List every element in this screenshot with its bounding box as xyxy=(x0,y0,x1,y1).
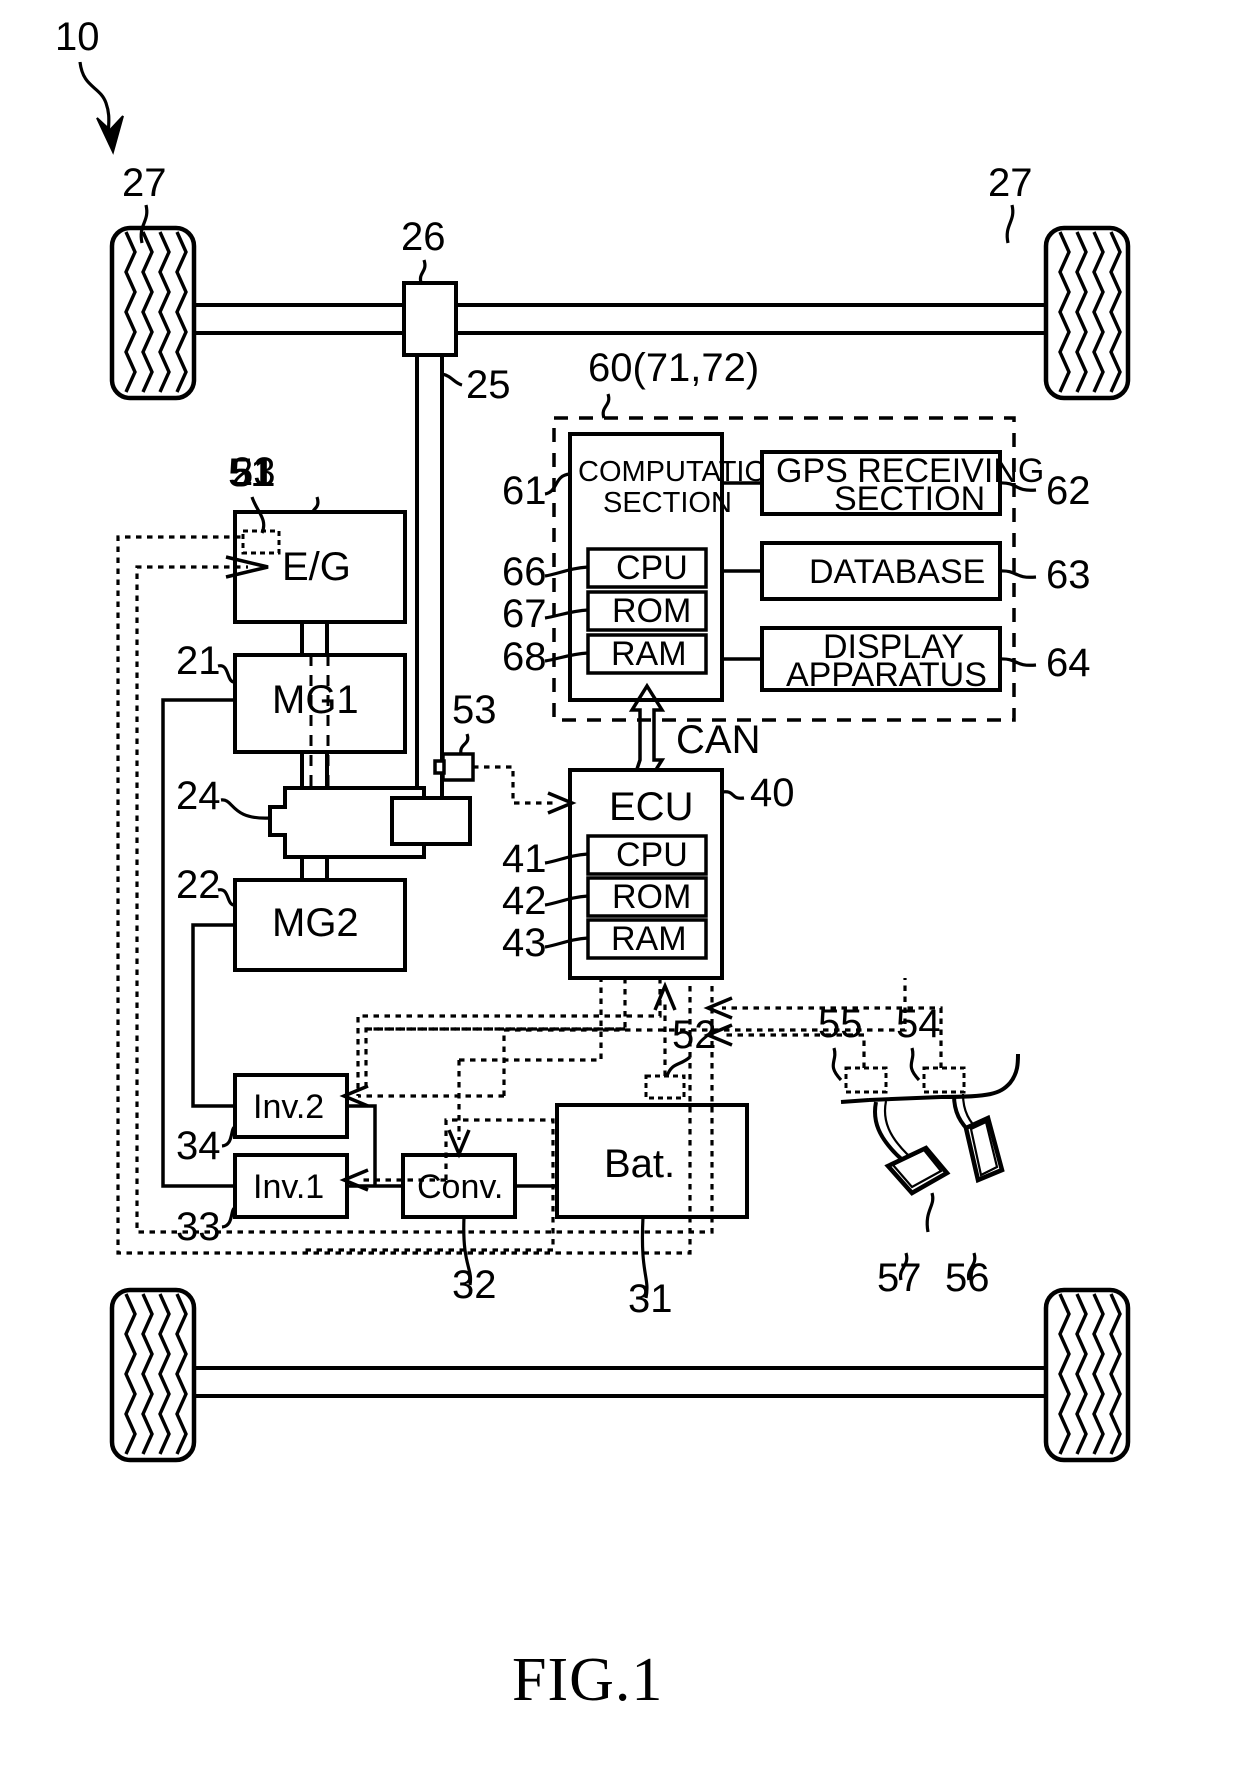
front-left-wheel-ref: 27 xyxy=(122,161,167,205)
brake-sensor-ref: 55 xyxy=(818,1002,863,1046)
ecu-rom-label: ROM xyxy=(612,878,691,916)
gps-receiving-section: GPS RECEIVING SECTION 62 xyxy=(722,450,1091,518)
inverter2-label: Inv.2 xyxy=(253,1088,324,1126)
display-ref: 64 xyxy=(1046,641,1091,685)
computation-section-line2: SECTION xyxy=(603,487,732,519)
ecu-ram-label: RAM xyxy=(611,920,687,958)
database-label: DATABASE xyxy=(809,553,985,591)
inverter1-block: Inv.1 33 xyxy=(176,1153,349,1249)
mg2-ref: 22 xyxy=(176,863,221,907)
nav-rom-label: ROM xyxy=(612,592,691,630)
ecu-ref: 40 xyxy=(750,771,795,815)
database-ref: 63 xyxy=(1046,553,1091,597)
accel-sensor-54 xyxy=(922,1066,966,1094)
converter-label: Conv. xyxy=(417,1168,503,1206)
patent-figure: 10 27 27 26 25 E/G 23 51 51 MG1 21 24 MG… xyxy=(0,0,1240,1773)
navigation-group-ref: 60(71,72) xyxy=(588,346,759,390)
nav-rom-ref: 67 xyxy=(502,592,547,636)
inverter1-ref: 33 xyxy=(176,1205,221,1249)
mg1-label: MG1 xyxy=(272,678,359,722)
ecu-rom-ref: 42 xyxy=(502,879,547,923)
nav-cpu-label: CPU xyxy=(616,549,688,587)
ecu-block: ECU 40 CPU 41 ROM 42 RAM 43 xyxy=(502,768,795,980)
system-ref-label: 10 xyxy=(55,15,100,59)
battery-sensor-52 xyxy=(644,1074,686,1100)
database-block: DATABASE 63 xyxy=(722,541,1091,601)
ecu-cpu-ref: 41 xyxy=(502,837,547,881)
rear-right-wheel xyxy=(1043,1287,1131,1463)
battery-ref: 31 xyxy=(628,1277,673,1321)
can-bus-label: CAN xyxy=(676,718,760,762)
nav-ram-label: RAM xyxy=(611,635,687,673)
ecu-cpu-label: CPU xyxy=(616,836,688,874)
front-right-wheel: 27 xyxy=(988,161,1131,401)
mg1-ref: 21 xyxy=(176,639,221,683)
differential: 26 xyxy=(401,215,458,357)
display-apparatus-block: DISPLAY APPARATUS 64 xyxy=(722,626,1091,694)
inverter2-ref: 34 xyxy=(176,1124,221,1168)
mg1-block: MG1 21 xyxy=(176,639,407,754)
ecu-ram-ref: 43 xyxy=(502,921,547,965)
rear-axle-assembly xyxy=(109,1287,1131,1463)
mg2-block: MG2 22 xyxy=(176,863,407,972)
rear-left-wheel xyxy=(109,1287,197,1463)
accel-sensor-ref: 54 xyxy=(896,1002,941,1046)
display-line2: APPARATUS xyxy=(786,656,987,694)
system-ref-callout: 10 xyxy=(55,15,124,155)
figure-caption: FIG.1 xyxy=(512,1646,663,1714)
brake-sensor-55 xyxy=(844,1066,888,1094)
navigation-system-group: 60(71,72) COMPUTATION SECTION 61 CPU 66 … xyxy=(502,346,1091,722)
converter-ref: 32 xyxy=(452,1263,497,1307)
speed-sensor-ref: 53 xyxy=(452,688,497,732)
driveshaft-ref: 25 xyxy=(466,363,511,407)
powertrain-group: E/G 23 51 51 MG1 21 24 MG2 22 53 xyxy=(176,450,497,972)
gps-line2: SECTION xyxy=(834,480,985,518)
differential-ref: 26 xyxy=(401,215,446,259)
battery-label: Bat. xyxy=(604,1142,675,1186)
mg2-label: MG2 xyxy=(272,901,359,945)
computation-section-ref: 61 xyxy=(502,469,547,513)
gps-ref: 62 xyxy=(1046,469,1091,513)
power-split-ref: 24 xyxy=(176,774,221,818)
front-right-wheel-ref: 27 xyxy=(988,161,1033,205)
nav-cpu-ref: 66 xyxy=(502,550,547,594)
pedal-assembly: 55 54 57 56 xyxy=(818,1002,1020,1300)
front-left-wheel: 27 xyxy=(109,161,197,401)
engine-label: E/G xyxy=(282,545,351,589)
ecu-label: ECU xyxy=(609,785,693,829)
nav-ram-ref: 68 xyxy=(502,635,547,679)
engine-sensor-ref-visible: 51 xyxy=(228,451,273,495)
inverter1-label: Inv.1 xyxy=(253,1168,324,1206)
